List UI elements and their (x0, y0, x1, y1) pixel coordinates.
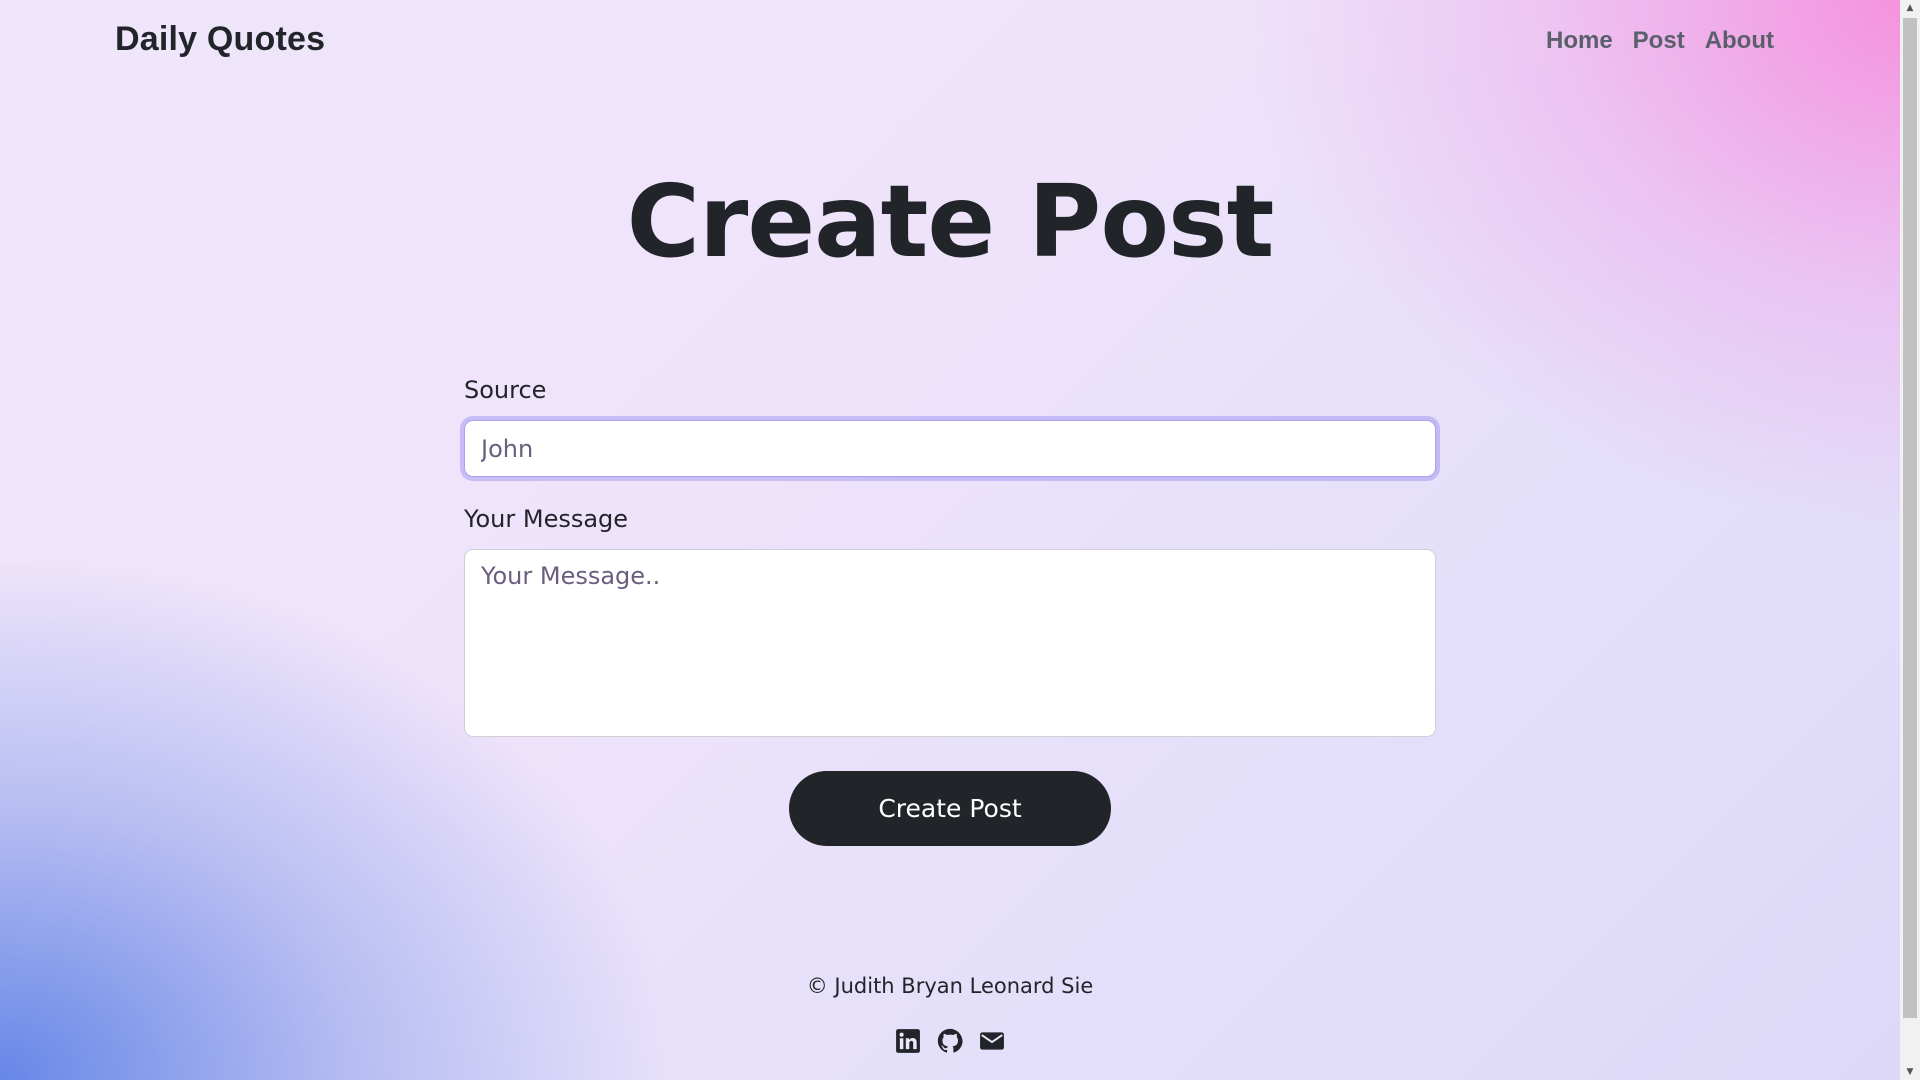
message-textarea[interactable] (464, 549, 1436, 737)
page: Daily Quotes Home Post About Create Post… (0, 0, 1900, 1080)
vertical-scrollbar[interactable]: ▲ ▼ (1900, 0, 1920, 1080)
scroll-up-arrow-icon[interactable]: ▲ (1900, 0, 1920, 16)
submit-wrap: Create Post (0, 771, 1900, 846)
top-nav: Home Post About (1546, 27, 1774, 55)
create-post-form: Source Your Message (464, 372, 1436, 737)
message-label: Your Message (464, 505, 629, 533)
scrollbar-thumb[interactable] (1903, 18, 1917, 1018)
linkedin-icon[interactable] (895, 1028, 921, 1054)
page-title: Create Post (626, 163, 1275, 280)
github-icon[interactable] (937, 1028, 963, 1054)
source-input[interactable] (464, 420, 1436, 477)
nav-link-home[interactable]: Home (1546, 27, 1613, 55)
message-field-group: Your Message (464, 501, 1436, 737)
nav-link-post[interactable]: Post (1633, 27, 1685, 55)
scroll-down-arrow-icon[interactable]: ▼ (1900, 1064, 1920, 1080)
nav-link-about[interactable]: About (1705, 27, 1774, 55)
create-post-button[interactable]: Create Post (789, 771, 1111, 846)
source-label: Source (464, 376, 547, 404)
envelope-icon[interactable] (979, 1028, 1005, 1054)
social-links (0, 1028, 1900, 1054)
source-field-group: Source (464, 372, 1436, 477)
brand-link[interactable]: Daily Quotes (115, 20, 325, 59)
copyright-text: © Judith Bryan Leonard Sie (806, 974, 1094, 998)
